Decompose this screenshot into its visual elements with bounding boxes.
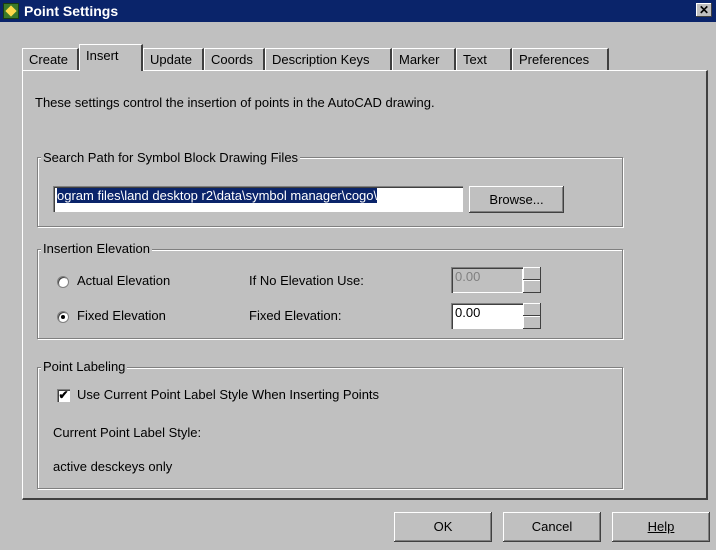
search-path-legend: Search Path for Symbol Block Drawing Fil… <box>41 150 301 165</box>
app-icon <box>3 3 19 19</box>
fixed-elevation-radio-label[interactable]: Fixed Elevation <box>77 308 166 323</box>
current-style-label: Current Point Label Style: <box>53 425 202 440</box>
no-elevation-label: If No Elevation Use: <box>249 273 364 288</box>
no-elevation-spinner[interactable] <box>523 267 541 293</box>
point-settings-dialog: Point Settings ✕ Create Insert Update Co… <box>0 0 716 550</box>
no-elevation-input[interactable]: 0.00 <box>451 267 523 293</box>
tab-description-keys[interactable]: Description Keys <box>265 48 392 70</box>
fixed-elevation-input[interactable]: 0.00 <box>451 303 523 329</box>
fixed-elevation-radio[interactable] <box>57 311 69 323</box>
actual-elevation-label[interactable]: Actual Elevation <box>77 273 170 288</box>
use-current-style-checkbox[interactable]: ✔ <box>57 389 70 402</box>
tab-marker[interactable]: Marker <box>392 48 456 70</box>
tab-text[interactable]: Text <box>456 48 512 70</box>
help-button[interactable]: Help <box>612 512 710 542</box>
tab-update[interactable]: Update <box>143 48 204 70</box>
use-current-style-label[interactable]: Use Current Point Label Style When Inser… <box>77 387 379 402</box>
spin-down-icon[interactable] <box>523 280 541 293</box>
browse-button[interactable]: Browse... <box>469 186 564 213</box>
spin-down-icon[interactable] <box>523 316 541 329</box>
description-text: These settings control the insertion of … <box>35 95 435 110</box>
tab-create[interactable]: Create <box>22 48 79 70</box>
search-path-input[interactable]: ogram files\land desktop r2\data\symbol … <box>53 186 463 212</box>
insertion-elevation-legend: Insertion Elevation <box>41 241 152 256</box>
tab-insert[interactable]: Insert <box>79 44 143 71</box>
fixed-elevation-spinner[interactable] <box>523 303 541 329</box>
point-labeling-legend: Point Labeling <box>41 359 128 374</box>
title-bar[interactable]: Point Settings ✕ <box>0 0 716 22</box>
spin-up-icon[interactable] <box>523 267 541 280</box>
ok-button[interactable]: OK <box>394 512 492 542</box>
tab-coords[interactable]: Coords <box>204 48 265 70</box>
window-title: Point Settings <box>24 3 119 19</box>
tab-panel: These settings control the insertion of … <box>22 70 708 500</box>
close-button[interactable]: ✕ <box>696 3 712 17</box>
search-path-value: ogram files\land desktop r2\data\symbol … <box>57 188 378 203</box>
current-style-value: active desckeys only <box>53 459 173 474</box>
fixed-elevation-label: Fixed Elevation: <box>249 308 342 323</box>
actual-elevation-radio[interactable] <box>57 276 69 288</box>
tab-preferences[interactable]: Preferences <box>512 48 609 70</box>
spin-up-icon[interactable] <box>523 303 541 316</box>
cancel-button[interactable]: Cancel <box>503 512 601 542</box>
